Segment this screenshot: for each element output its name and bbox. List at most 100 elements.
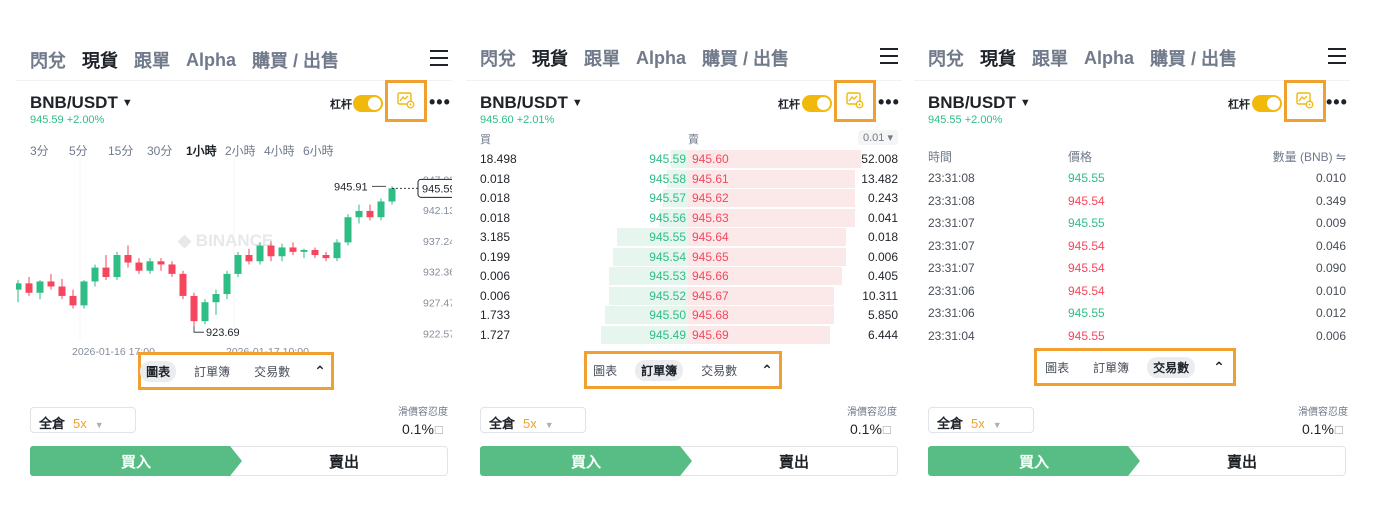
pair-name: BNB/USDT [480, 93, 568, 112]
pair-selector[interactable]: BNB/USDT ▼ [928, 93, 1031, 113]
tab-orderbook[interactable]: 訂單簿 [1087, 357, 1135, 378]
orderbook-row[interactable]: 1.733 945.50 945.68 5.850 [480, 305, 898, 324]
current-price-label: 945.59 [422, 183, 452, 195]
nav-convert[interactable]: 閃兌 [30, 47, 66, 73]
buy-quantity: 18.498 [480, 152, 517, 166]
nav-spot[interactable]: 現貨 [980, 45, 1016, 71]
nav-buy-sell[interactable]: 購買 / 出售 [702, 45, 789, 71]
hamburger-menu-icon[interactable] [880, 48, 898, 64]
candle-body [388, 188, 396, 202]
tab-trades[interactable]: 交易數 [1147, 356, 1196, 378]
orderbook-row[interactable]: 18.498 945.59 945.60 52.008 [480, 149, 898, 168]
orderbook-row[interactable]: 1.727 945.49 945.69 6.444 [480, 325, 898, 344]
tf-4h[interactable]: 4小時 [264, 142, 303, 159]
nav-convert[interactable]: 閃兌 [928, 45, 964, 71]
tab-chart[interactable]: 圖表 [1039, 357, 1075, 378]
nav-copy-trading[interactable]: 跟單 [584, 45, 620, 71]
nav-alpha[interactable]: Alpha [186, 50, 236, 71]
tab-trades[interactable]: 交易數 [695, 360, 743, 381]
tf-6h[interactable]: 6小時 [303, 142, 342, 159]
tf-5m[interactable]: 5分 [69, 142, 108, 159]
orderbook-row[interactable]: 0.018 945.57 945.62 0.243 [480, 188, 898, 207]
chart-view-button[interactable] [385, 80, 427, 122]
time-column-label: 時間 [928, 150, 953, 164]
margin-mode-select[interactable]: 全倉 5x ▼ [928, 407, 1034, 433]
orderbook-row[interactable]: 3.185 945.55 945.64 0.018 [480, 227, 898, 246]
chevron-up-icon[interactable]: ⌃ [1207, 357, 1231, 378]
precision-select[interactable]: 0.01 ▾ [858, 130, 898, 145]
pair-name: BNB/USDT [30, 93, 118, 112]
candle-body [256, 245, 264, 262]
chevron-up-icon[interactable]: ⌃ [755, 360, 779, 381]
leverage-toggle[interactable] [353, 95, 383, 112]
orderbook-row[interactable]: 0.006 945.53 945.66 0.405 [480, 266, 898, 285]
buy-quantity: 0.199 [480, 249, 511, 264]
price-change: 945.59 +2.00% [30, 114, 104, 126]
chart-view-button[interactable] [834, 80, 876, 122]
qty-column-label[interactable]: 數量 (BNB) ⇋ [1273, 148, 1346, 165]
candle-body [223, 273, 231, 295]
nav-copy-trading[interactable]: 跟單 [1032, 45, 1068, 71]
sell-button[interactable]: 賣出 [680, 446, 898, 476]
tf-2h[interactable]: 2小時 [225, 142, 264, 159]
buy-button[interactable]: 買入 [30, 446, 242, 476]
y-tick-label: 942.13 [423, 205, 452, 217]
tf-15m[interactable]: 15分 [108, 142, 147, 159]
trade-row: 23:31:07 945.54 0.046 [928, 236, 1346, 256]
margin-mode-select[interactable]: 全倉 5x ▼ [480, 407, 586, 433]
nav-buy-sell[interactable]: 購買 / 出售 [252, 47, 339, 73]
slippage-value-button[interactable]: 0.1%☐ [402, 421, 444, 437]
more-options-icon[interactable]: ••• [1326, 92, 1348, 113]
orderbook-row[interactable]: 0.199 945.54 945.65 0.006 [480, 247, 898, 266]
candlestick-chart[interactable]: ◆ BINANCE947.03942.13937.24932.36927.479… [14, 160, 463, 360]
candle-body [278, 247, 286, 257]
tab-orderbook[interactable]: 訂單簿 [188, 361, 236, 382]
sell-price: 945.66 [692, 269, 729, 283]
candle-body [135, 262, 143, 271]
chevron-up-icon[interactable]: ⌃ [308, 361, 332, 382]
buy-button[interactable]: 買入 [480, 446, 692, 476]
leverage-value: 5x [971, 416, 985, 431]
more-options-icon[interactable]: ••• [429, 92, 451, 113]
more-options-icon[interactable]: ••• [878, 92, 900, 113]
sell-button[interactable]: 賣出 [1128, 446, 1346, 476]
tf-30m[interactable]: 30分 [147, 142, 186, 159]
orderbook-row[interactable]: 0.018 945.56 945.63 0.041 [480, 208, 898, 227]
tab-orderbook[interactable]: 訂單簿 [635, 359, 684, 381]
tab-chart[interactable]: 圖表 [587, 360, 623, 381]
buy-button[interactable]: 買入 [928, 446, 1140, 476]
pair-selector[interactable]: BNB/USDT ▼ [30, 93, 133, 113]
nav-alpha[interactable]: Alpha [636, 48, 686, 69]
sell-button[interactable]: 賣出 [230, 446, 448, 476]
hamburger-menu-icon[interactable] [430, 50, 448, 66]
orderbook-row[interactable]: 0.018 945.58 945.61 13.482 [480, 169, 898, 188]
nav-alpha[interactable]: Alpha [1084, 48, 1134, 69]
caret-down-icon: ▼ [571, 97, 583, 109]
hamburger-menu-icon[interactable] [1328, 48, 1346, 64]
tab-chart[interactable]: 圖表 [140, 360, 177, 382]
candle-body [190, 295, 198, 322]
orderbook-panel: 閃兌 現貨 跟單 Alpha 購買 / 出售 BNB/USDT ▼ 945.60 … [466, 0, 902, 522]
sell-price: 945.65 [692, 249, 729, 264]
slippage-value-button[interactable]: 0.1%☐ [1302, 421, 1344, 437]
chart-view-button[interactable] [1284, 80, 1326, 122]
candle-body [366, 210, 374, 218]
nav-buy-sell[interactable]: 購買 / 出售 [1150, 45, 1237, 71]
slippage-value: 0.1% [402, 421, 434, 437]
nav-copy-trading[interactable]: 跟單 [134, 47, 170, 73]
slippage-value-button[interactable]: 0.1%☐ [850, 421, 892, 437]
nav-spot[interactable]: 現貨 [82, 47, 118, 73]
margin-mode-select[interactable]: 全倉 5x ▼ [30, 407, 136, 433]
nav-convert[interactable]: 閃兌 [480, 45, 516, 71]
nav-spot[interactable]: 現貨 [532, 45, 568, 71]
tf-1h[interactable]: 1小時 [186, 142, 225, 159]
orderbook-row[interactable]: 0.006 945.52 945.67 10.311 [480, 286, 898, 305]
tab-trades[interactable]: 交易數 [248, 361, 296, 382]
leverage-toggle[interactable] [1252, 95, 1282, 112]
pair-selector[interactable]: BNB/USDT ▼ [480, 93, 583, 113]
leverage-toggle[interactable] [802, 95, 832, 112]
slippage-value: 0.1% [1302, 421, 1334, 437]
tf-3m[interactable]: 3分 [30, 142, 69, 159]
trade-row: 23:31:08 945.55 0.010 [928, 168, 1346, 188]
dropdown-icon: ▼ [992, 420, 1002, 430]
